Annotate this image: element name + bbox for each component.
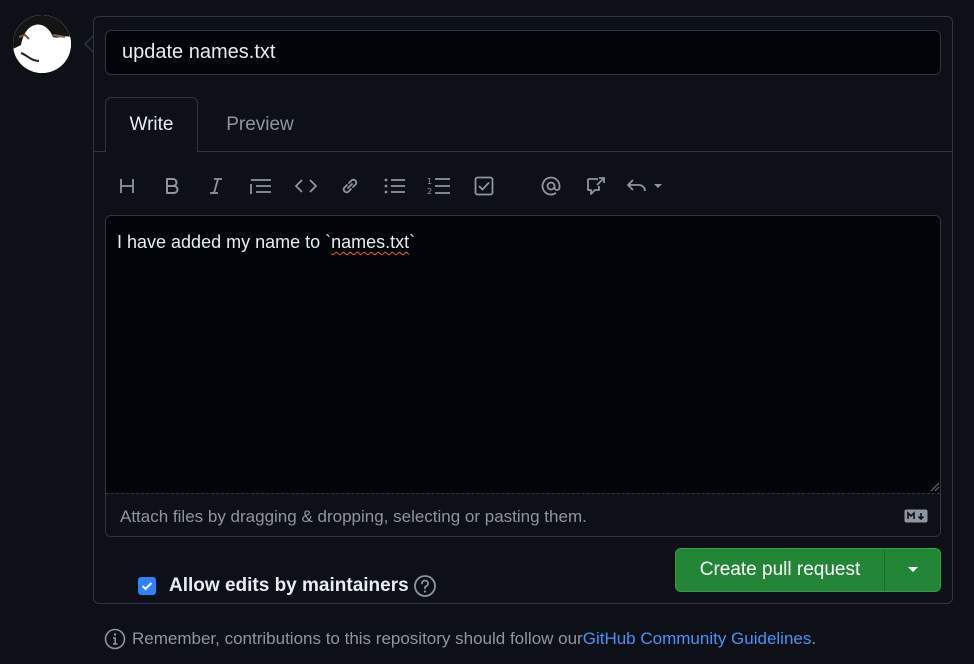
create-pr-button-group: Create pull request: [675, 548, 941, 592]
reply-icon[interactable]: [626, 171, 666, 201]
comment-body-editor[interactable]: I have added my name to `names.txt` Atta…: [105, 215, 941, 537]
create-pr-button[interactable]: Create pull request: [676, 549, 885, 591]
svg-text:2: 2: [427, 187, 432, 196]
attach-files-hint: Attach files by dragging & dropping, sel…: [120, 507, 587, 526]
guidelines-note: Remember, contributions to this reposito…: [104, 628, 816, 650]
user-avatar[interactable]: [13, 15, 71, 73]
comment-body-text[interactable]: I have added my name to `names.txt`: [117, 232, 415, 253]
community-guidelines-link[interactable]: GitHub Community Guidelines: [583, 629, 812, 649]
spellcheck-word: names.txt: [331, 232, 410, 252]
tab-preview[interactable]: Preview: [212, 97, 308, 152]
reference-icon[interactable]: [581, 171, 611, 201]
question-icon[interactable]: [413, 574, 437, 603]
pull-request-form: update names.txt Write Preview 12 I have…: [93, 16, 953, 604]
markdown-icon[interactable]: [904, 509, 928, 528]
svg-text:1: 1: [427, 177, 432, 186]
quote-icon[interactable]: [246, 171, 276, 201]
code-icon[interactable]: [291, 171, 321, 201]
create-pr-dropdown[interactable]: [885, 549, 940, 591]
guidelines-period: .: [811, 629, 817, 648]
italic-icon[interactable]: [201, 171, 231, 201]
task-list-icon[interactable]: [469, 171, 499, 201]
heading-icon[interactable]: [112, 171, 142, 201]
pr-title-input[interactable]: update names.txt: [105, 30, 941, 75]
bold-icon[interactable]: [157, 171, 187, 201]
unordered-list-icon[interactable]: [380, 171, 410, 201]
mention-icon[interactable]: [536, 171, 566, 201]
guidelines-text: Remember, contributions to this reposito…: [132, 629, 583, 648]
link-icon[interactable]: [335, 171, 365, 201]
tab-write[interactable]: Write: [105, 97, 198, 152]
caret-down-icon: [907, 567, 918, 572]
attach-files-bar[interactable]: Attach files by dragging & dropping, sel…: [106, 493, 940, 536]
info-icon: [104, 628, 126, 650]
ordered-list-icon[interactable]: 12: [424, 171, 454, 201]
allow-edits-label[interactable]: Allow edits by maintainers: [169, 575, 409, 597]
allow-edits-checkbox[interactable]: [138, 577, 156, 595]
